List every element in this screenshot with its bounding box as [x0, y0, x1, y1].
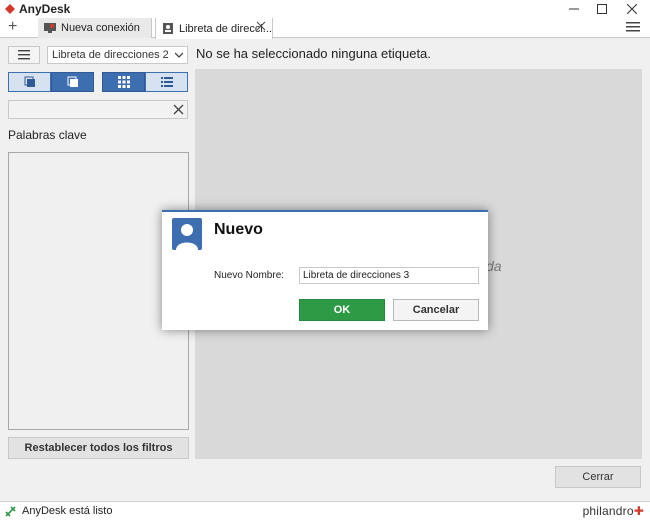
view-toggle-group	[8, 72, 188, 92]
cancel-button[interactable]: Cancelar	[393, 299, 479, 321]
content-placeholder-text: da	[486, 258, 502, 274]
tab-label: Nueva conexión	[61, 22, 140, 34]
address-book-toolbar: Libreta de direcciones 2 No se ha selecc…	[0, 39, 650, 69]
ok-button[interactable]: OK	[299, 299, 385, 321]
app-title: AnyDesk	[19, 2, 71, 16]
anydesk-logo-icon	[5, 4, 15, 14]
close-icon	[627, 4, 637, 14]
title-bar: AnyDesk	[0, 0, 650, 18]
status-text: AnyDesk está listo	[22, 505, 113, 517]
close-button[interactable]: Cerrar	[555, 466, 641, 488]
grid-icon	[117, 76, 130, 88]
brand-cross-icon: ✚	[633, 504, 644, 518]
address-book-contact-icon	[172, 218, 202, 250]
address-book-icon	[163, 23, 173, 34]
new-name-label: Nuevo Nombre:	[214, 270, 285, 281]
address-book-select[interactable]: Libreta de direcciones 2	[47, 46, 188, 64]
list-view-icon	[67, 76, 78, 87]
minimize-icon	[569, 8, 579, 10]
grid-view-button[interactable]	[102, 72, 145, 92]
close-tab-icon[interactable]	[256, 21, 266, 31]
new-tab-button[interactable]: +	[8, 19, 17, 35]
close-window-button[interactable]	[618, 0, 646, 18]
tab-bar: + Nueva conexión Libreta de direcci...	[0, 18, 650, 39]
status-bar: AnyDesk está listo philandro✚	[0, 501, 650, 520]
monitor-icon	[44, 22, 56, 33]
philandro-logo: philandro✚	[582, 504, 644, 518]
minimize-button[interactable]	[560, 0, 588, 18]
clear-search-icon[interactable]	[173, 104, 184, 115]
address-book-menu-button[interactable]	[8, 46, 40, 64]
tile-view-icon	[24, 76, 35, 87]
new-name-input[interactable]: Libreta de direcciones 3	[299, 267, 479, 284]
maximize-button[interactable]	[588, 0, 616, 18]
keywords-heading: Palabras clave	[8, 128, 87, 142]
new-address-book-dialog: Nuevo Nuevo Nombre: Libreta de direccion…	[162, 210, 488, 330]
hamburger-icon	[18, 50, 30, 60]
connection-status-icon	[5, 506, 16, 517]
tab-new-connection[interactable]: Nueva conexión	[38, 18, 152, 38]
keyword-search-input[interactable]	[8, 100, 188, 119]
tab-address-book[interactable]: Libreta de direcci...	[155, 18, 273, 39]
chevron-down-icon	[175, 52, 183, 58]
main-menu-icon[interactable]	[626, 21, 640, 33]
tile-view-button[interactable]	[8, 72, 51, 92]
list-view-button[interactable]	[51, 72, 94, 92]
details-view-button[interactable]	[145, 72, 188, 92]
dialog-title: Nuevo	[214, 221, 263, 238]
details-icon	[160, 77, 173, 87]
reset-filters-button[interactable]: Restablecer todos los filtros	[8, 437, 189, 459]
address-book-selected: Libreta de direcciones 2	[52, 49, 169, 61]
tag-status-text: No se ha seleccionado ninguna etiqueta.	[196, 46, 431, 61]
maximize-icon	[597, 4, 607, 14]
